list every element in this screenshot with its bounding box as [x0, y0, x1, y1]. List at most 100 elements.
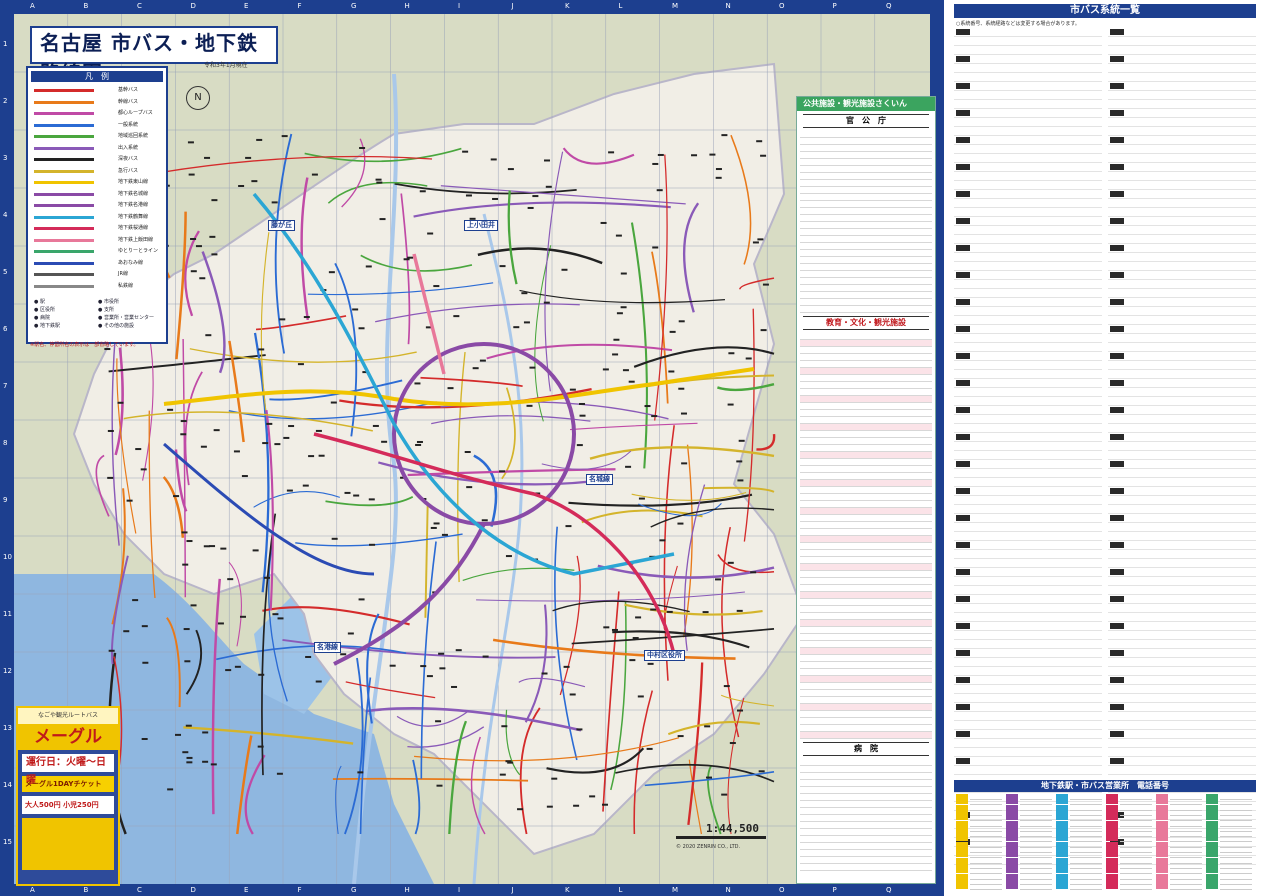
index-row[interactable] — [800, 508, 932, 515]
route-table-row[interactable] — [1108, 424, 1256, 433]
route-table-row[interactable] — [1108, 298, 1256, 307]
route-table-row[interactable] — [1108, 703, 1256, 712]
index-row[interactable] — [800, 285, 932, 292]
route-table-row[interactable] — [954, 523, 1102, 532]
route-table-row[interactable] — [954, 154, 1102, 163]
index-row[interactable] — [800, 340, 932, 347]
index-row[interactable] — [800, 641, 932, 648]
route-table-row[interactable] — [1108, 388, 1256, 397]
route-table-row[interactable] — [1108, 64, 1256, 73]
route-table-row[interactable] — [1108, 559, 1256, 568]
route-table-row[interactable] — [1108, 622, 1256, 631]
route-table-row[interactable] — [1108, 82, 1256, 91]
route-table-row[interactable] — [1108, 127, 1256, 136]
index-row[interactable] — [800, 396, 932, 403]
route-table-row[interactable] — [1108, 442, 1256, 451]
route-table-row[interactable] — [1108, 604, 1256, 613]
route-table-row[interactable] — [954, 334, 1102, 343]
route-table-row[interactable] — [954, 217, 1102, 226]
route-table-row[interactable] — [954, 163, 1102, 172]
route-table-row[interactable] — [1108, 748, 1256, 757]
route-table-row[interactable] — [1108, 460, 1256, 469]
route-table-row[interactable] — [954, 478, 1102, 487]
route-table-row[interactable] — [1108, 631, 1256, 640]
index-row[interactable] — [800, 780, 932, 787]
index-row[interactable] — [800, 801, 932, 808]
index-row[interactable] — [800, 648, 932, 655]
index-row[interactable] — [800, 347, 932, 354]
route-table-row[interactable] — [954, 271, 1102, 280]
index-row[interactable] — [800, 850, 932, 857]
route-table-row[interactable] — [1108, 361, 1256, 370]
index-row[interactable] — [800, 857, 932, 864]
route-table-row[interactable] — [1108, 451, 1256, 460]
route-table-row[interactable] — [954, 280, 1102, 289]
route-table-row[interactable] — [954, 109, 1102, 118]
route-table-row[interactable] — [954, 613, 1102, 622]
route-table-row[interactable] — [1108, 649, 1256, 658]
route-table-row[interactable] — [954, 739, 1102, 748]
index-row[interactable] — [800, 131, 932, 138]
route-table-row[interactable] — [1108, 352, 1256, 361]
index-row[interactable] — [800, 515, 932, 522]
route-table-row[interactable] — [954, 640, 1102, 649]
route-table-row[interactable] — [954, 703, 1102, 712]
route-table-row[interactable] — [1108, 262, 1256, 271]
index-row[interactable] — [800, 438, 932, 445]
index-row[interactable] — [800, 459, 932, 466]
route-table-row[interactable] — [1108, 334, 1256, 343]
index-row[interactable] — [800, 732, 932, 739]
index-row[interactable] — [800, 829, 932, 836]
route-table-row[interactable] — [1108, 523, 1256, 532]
route-table-row[interactable] — [954, 118, 1102, 127]
route-table-row[interactable] — [954, 325, 1102, 334]
route-table-row[interactable] — [1108, 712, 1256, 721]
route-table-row[interactable] — [1108, 280, 1256, 289]
route-table-row[interactable] — [954, 37, 1102, 46]
route-table-row[interactable] — [1108, 253, 1256, 262]
index-row[interactable] — [800, 690, 932, 697]
route-table-row[interactable] — [1108, 550, 1256, 559]
index-row[interactable] — [800, 529, 932, 536]
route-table-row[interactable] — [1108, 343, 1256, 352]
index-row[interactable] — [800, 361, 932, 368]
index-row[interactable] — [800, 669, 932, 676]
index-row[interactable] — [800, 655, 932, 662]
route-table-row[interactable] — [1108, 721, 1256, 730]
index-row[interactable] — [800, 354, 932, 361]
route-table-row[interactable] — [954, 460, 1102, 469]
index-row[interactable] — [800, 445, 932, 452]
index-row[interactable] — [800, 704, 932, 711]
route-table-row[interactable] — [954, 388, 1102, 397]
route-table-row[interactable] — [1108, 307, 1256, 316]
route-table-row[interactable] — [954, 748, 1102, 757]
route-table-row[interactable] — [1108, 487, 1256, 496]
index-row[interactable] — [800, 473, 932, 480]
index-row[interactable] — [800, 676, 932, 683]
route-table-row[interactable] — [954, 424, 1102, 433]
route-table-row[interactable] — [954, 649, 1102, 658]
index-row[interactable] — [800, 808, 932, 815]
index-row[interactable] — [800, 627, 932, 634]
route-table-row[interactable] — [1108, 109, 1256, 118]
route-table-row[interactable] — [954, 604, 1102, 613]
index-row[interactable] — [800, 271, 932, 278]
route-table-row[interactable] — [1108, 199, 1256, 208]
route-table-row[interactable] — [1108, 55, 1256, 64]
route-table-row[interactable] — [954, 658, 1102, 667]
index-row[interactable] — [800, 159, 932, 166]
index-row[interactable] — [800, 536, 932, 543]
index-row[interactable] — [800, 389, 932, 396]
route-table-row[interactable] — [954, 730, 1102, 739]
route-table-row[interactable] — [954, 55, 1102, 64]
route-table-row[interactable] — [954, 694, 1102, 703]
route-table-row[interactable] — [1108, 739, 1256, 748]
index-row[interactable] — [800, 522, 932, 529]
index-row[interactable] — [800, 382, 932, 389]
route-table-row[interactable] — [954, 226, 1102, 235]
route-table-row[interactable] — [954, 406, 1102, 415]
index-row[interactable] — [800, 201, 932, 208]
index-row[interactable] — [800, 410, 932, 417]
route-table-row[interactable] — [1108, 568, 1256, 577]
index-row[interactable] — [800, 662, 932, 669]
